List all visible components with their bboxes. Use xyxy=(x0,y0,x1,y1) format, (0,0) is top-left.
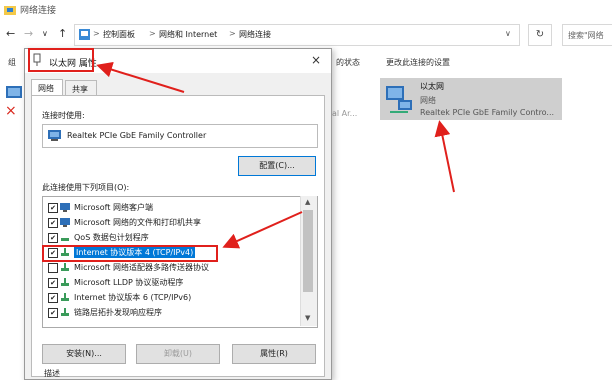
qos-icon xyxy=(61,238,69,241)
checkbox[interactable]: ✔ xyxy=(48,308,58,318)
tab-sharing[interactable]: 共享 xyxy=(65,80,97,96)
breadcrumb-control-panel[interactable]: 控制面板 xyxy=(103,29,135,40)
protocol-icon xyxy=(61,263,69,271)
checkbox[interactable]: ✔ xyxy=(48,278,58,288)
annotation-box-title xyxy=(28,48,94,72)
network-client-icon xyxy=(60,203,70,212)
checkbox[interactable]: ✔ xyxy=(48,218,58,228)
checkbox[interactable]: ✔ xyxy=(48,203,58,213)
uninstall-button[interactable]: 卸载(U) xyxy=(136,344,220,364)
disabled-adapter[interactable]: × xyxy=(4,82,26,119)
protocol-icon xyxy=(61,278,69,286)
organize-button[interactable]: 组 xyxy=(8,57,16,68)
network-card-icon xyxy=(48,130,61,141)
checkbox[interactable]: ✔ xyxy=(48,233,58,243)
window-titlebar: 网络连接 xyxy=(0,0,612,20)
adapter-name-box: Realtek PCIe GbE Family Controller xyxy=(42,124,318,148)
description-label: 描述 xyxy=(44,369,60,378)
search-input[interactable]: 搜索"网络 xyxy=(562,24,612,46)
configure-button[interactable]: 配置(C)... xyxy=(238,156,316,176)
view-status-button[interactable]: 的状态 xyxy=(336,57,360,68)
ethernet-name: 以太网 xyxy=(420,82,444,91)
address-dropdown-button[interactable]: ∨ xyxy=(505,29,511,38)
tab-network[interactable]: 网络 xyxy=(31,79,63,96)
up-button[interactable]: ↑ xyxy=(58,27,67,40)
address-box[interactable]: > 控制面板 > 网络和 Internet > 网络连接 ∨ xyxy=(74,24,520,46)
forward-button[interactable]: → xyxy=(24,27,33,40)
protocol-icon xyxy=(61,293,69,301)
ethernet-properties-dialog: 以太网 属性 × 网络 共享 连接时使用: Realtek PCIe GbE F… xyxy=(24,48,332,380)
file-sharing-icon xyxy=(60,218,70,227)
components-list: ✔ Microsoft 网络客户端 ✔ Microsoft 网络的文件和打印机共… xyxy=(42,196,318,328)
items-label: 此连接使用下列项目(O): xyxy=(42,183,130,192)
svg-text:×: × xyxy=(5,103,17,118)
checkbox[interactable]: ✔ xyxy=(48,293,58,303)
change-settings-button[interactable]: 更改此连接的设置 xyxy=(386,57,450,68)
adapter-name: Realtek PCIe GbE Family Controller xyxy=(67,131,207,140)
ethernet-device: Realtek PCIe GbE Family Contro... xyxy=(420,108,555,117)
ethernet-adapter[interactable]: 以太网 网络 Realtek PCIe GbE Family Contro... xyxy=(380,78,562,120)
recent-dropdown-button[interactable]: ∨ xyxy=(42,29,48,38)
breadcrumb-network-internet[interactable]: 网络和 Internet xyxy=(159,29,217,40)
install-button[interactable]: 安装(N)... xyxy=(42,344,126,364)
connect-using-label: 连接时使用: xyxy=(42,111,85,120)
ethernet-adapter-icon xyxy=(386,86,412,113)
control-panel-icon xyxy=(79,29,90,40)
checkbox[interactable] xyxy=(48,263,58,273)
breadcrumb-network-connections[interactable]: 网络连接 xyxy=(239,29,271,40)
network-adapter-icon: × xyxy=(5,86,22,119)
protocol-icon xyxy=(61,308,69,316)
ethernet-status: 网络 xyxy=(420,96,436,105)
refresh-button[interactable]: ↻ xyxy=(528,24,552,46)
back-button[interactable]: ← xyxy=(6,27,15,40)
close-icon[interactable]: × xyxy=(311,53,321,67)
annotation-box-ipv4 xyxy=(42,245,218,262)
properties-button[interactable]: 属性(R) xyxy=(232,344,316,364)
network-folder-icon xyxy=(4,6,16,15)
scrollbar-thumb[interactable] xyxy=(303,210,313,292)
window-title: 网络连接 xyxy=(20,6,57,16)
network-tab-panel: 连接时使用: Realtek PCIe GbE Family Controlle… xyxy=(31,95,325,378)
scroll-down-icon[interactable]: ▼ xyxy=(305,314,310,322)
scroll-up-icon[interactable]: ▲ xyxy=(305,198,310,206)
